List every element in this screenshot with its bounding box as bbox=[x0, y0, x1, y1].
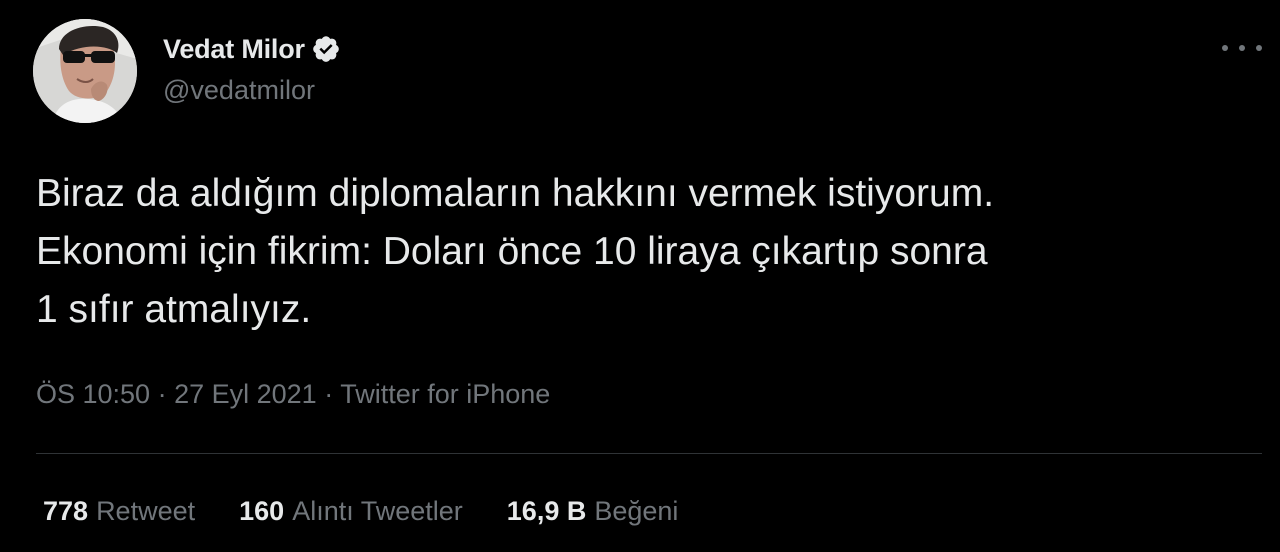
more-options-icon[interactable] bbox=[1222, 36, 1262, 60]
tweet-text-line: Biraz da aldığım diplomaların hakkını ve… bbox=[36, 172, 995, 215]
tweet-text-line: Ekonomi için fikrim: Doları önce 10 lira… bbox=[36, 230, 988, 273]
like-count: 16,9 B bbox=[506, 496, 587, 526]
retweet-label: Retweet bbox=[96, 496, 196, 526]
more-dot bbox=[1256, 45, 1262, 51]
retweet-count-link[interactable]: 778 Retweet bbox=[43, 496, 195, 527]
tweet-text: Biraz da aldığım diplomaların hakkını ve… bbox=[36, 165, 1266, 339]
tweet-text-line: 1 sıfır atmalıyız. bbox=[36, 288, 312, 331]
quote-count-link[interactable]: 160 Alıntı Tweetler bbox=[239, 496, 463, 527]
quote-count: 160 bbox=[239, 496, 285, 526]
tweet-date[interactable]: 27 Eyl 2021 bbox=[174, 379, 317, 409]
like-label: Beğeni bbox=[594, 496, 679, 526]
divider bbox=[36, 453, 1262, 454]
retweet-count: 778 bbox=[43, 496, 89, 526]
like-count-link[interactable]: 16,9 B Beğeni bbox=[507, 496, 679, 527]
verified-badge-icon bbox=[311, 34, 341, 64]
tweet-meta: ÖS 10:50 · 27 Eyl 2021 · Twitter for iPh… bbox=[36, 379, 550, 410]
author-name-row[interactable]: Vedat Milor bbox=[163, 29, 341, 69]
tweet-stats: 778 Retweet 160 Alıntı Tweetler 16,9 B B… bbox=[43, 496, 722, 527]
tweet-detail: Vedat Milor @vedatmilor Biraz da aldığım… bbox=[0, 0, 1280, 552]
meta-separator: · bbox=[150, 379, 175, 409]
quote-label: Alıntı Tweetler bbox=[292, 496, 463, 526]
more-dot bbox=[1239, 45, 1245, 51]
author-handle[interactable]: @vedatmilor bbox=[163, 75, 315, 106]
author-display-name[interactable]: Vedat Milor bbox=[163, 34, 305, 65]
meta-separator: · bbox=[316, 379, 341, 409]
tweet-time[interactable]: ÖS 10:50 bbox=[36, 379, 150, 409]
avatar[interactable] bbox=[33, 19, 137, 123]
tweet-source[interactable]: Twitter for iPhone bbox=[340, 379, 550, 409]
avatar-image bbox=[33, 19, 137, 123]
more-dot bbox=[1222, 45, 1228, 51]
